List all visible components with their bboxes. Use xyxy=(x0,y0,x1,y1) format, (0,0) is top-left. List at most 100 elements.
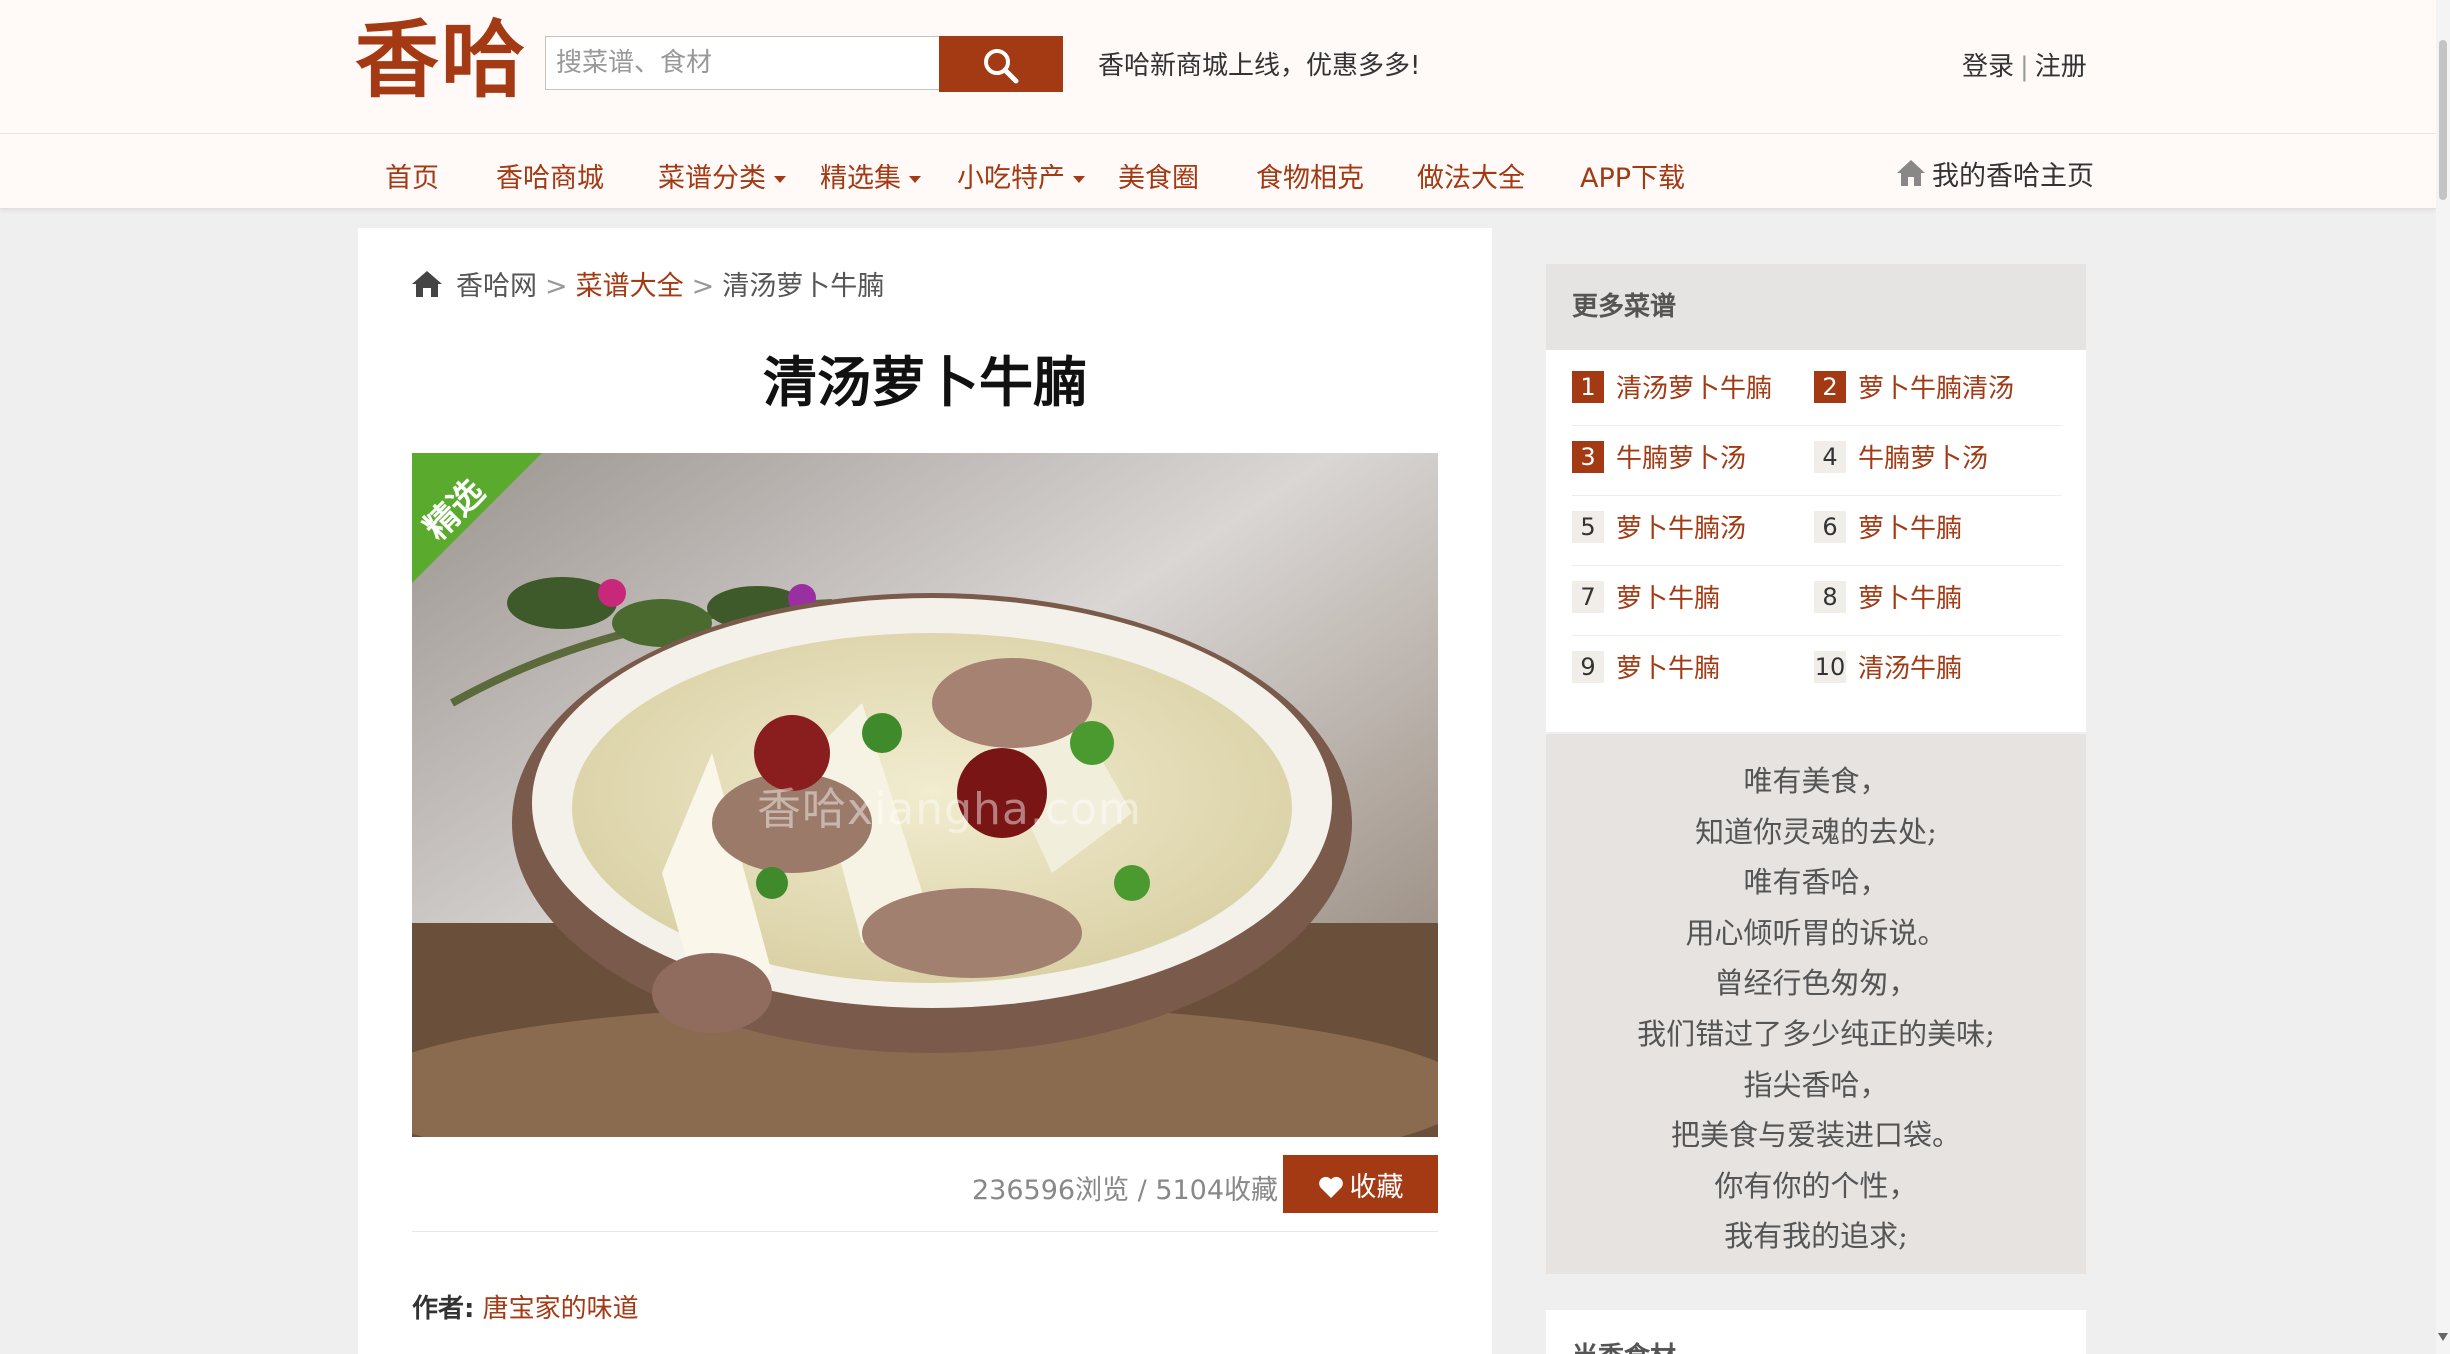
list-row: 5 萝卜牛腩汤 6 萝卜牛腩 xyxy=(1572,496,2062,566)
list-item[interactable]: 8 萝卜牛腩 xyxy=(1814,578,1962,614)
rank-badge: 1 xyxy=(1572,370,1604,403)
recipe-title: 清汤萝卜牛腩 xyxy=(763,351,1087,414)
recipe-link: 萝卜牛腩汤 xyxy=(1616,514,1747,544)
nav-food-circle[interactable]: 美食圈 xyxy=(1118,156,1199,195)
search-button[interactable] xyxy=(939,36,1063,92)
poem-line: 唯有美食， xyxy=(1743,764,1889,798)
main-nav: 首页 香哈商城 菜谱分类 精选集 小吃特产 美食圈 食物相克 做法大全 APP下… xyxy=(0,134,2436,208)
home-icon xyxy=(412,271,442,297)
recipe-author: 作者: 唐宝家的味道 xyxy=(412,1288,639,1325)
recipe-link: 萝卜牛腩 xyxy=(1616,654,1721,684)
poem-line: 用心倾听胃的诉说。 xyxy=(1685,915,1947,950)
chevron-down-icon xyxy=(1073,176,1085,183)
breadcrumb-separator: > xyxy=(545,271,568,302)
nav-snacks[interactable]: 小吃特产 xyxy=(957,156,1085,195)
poem-line: 指尖香哈， xyxy=(1743,1067,1889,1102)
seasonal-ingredients-panel: 当季食材 xyxy=(1546,1310,2086,1354)
list-item[interactable]: 9 萝卜牛腩 xyxy=(1572,648,1720,684)
list-row: 9 萝卜牛腩 10 清汤牛腩 xyxy=(1572,636,2062,705)
scrollbar-thumb[interactable] xyxy=(2439,40,2447,200)
more-recipes-heading: 更多菜谱 xyxy=(1546,264,2086,350)
rank-badge: 8 xyxy=(1814,580,1846,613)
breadcrumb-recipes[interactable]: 菜谱大全 xyxy=(576,271,684,302)
poem-line: 我们错过了多少纯正的美味; xyxy=(1637,1016,1995,1051)
recipe-link: 牛腩萝卜汤 xyxy=(1858,444,1989,474)
nav-collections[interactable]: 精选集 xyxy=(820,156,921,195)
auth-links: 登录 | 注册 xyxy=(1962,46,2087,83)
poem-line: 知道你灵魂的去处; xyxy=(1695,814,1937,849)
list-item[interactable]: 7 萝卜牛腩 xyxy=(1572,578,1720,614)
recipe-card: 香哈网 > 菜谱大全 > 清汤萝卜牛腩 清汤萝卜牛腩 精选 香哈xiangha.… xyxy=(358,228,1492,1354)
poem-line: 我有我的追求; xyxy=(1724,1219,1908,1254)
list-item[interactable]: 3 牛腩萝卜汤 xyxy=(1572,438,1746,474)
author-label: 作者: xyxy=(412,1294,475,1324)
nav-collections-label: 精选集 xyxy=(820,163,901,194)
list-item[interactable]: 2 萝卜牛腩清汤 xyxy=(1814,368,2014,404)
site-logo[interactable]: 香哈 xyxy=(355,10,527,110)
list-row: 1 清汤萝卜牛腩 2 萝卜牛腩清汤 xyxy=(1572,356,2062,426)
slogan-poem: 唯有美食， 知道你灵魂的去处; 唯有香哈， 用心倾听胃的诉说。 曾经行色匆匆， … xyxy=(1546,734,2086,1274)
rank-badge: 6 xyxy=(1814,510,1846,543)
list-item[interactable]: 6 萝卜牛腩 xyxy=(1814,508,1962,544)
list-item[interactable]: 1 清汤萝卜牛腩 xyxy=(1572,368,1772,404)
rank-badge: 3 xyxy=(1572,440,1604,473)
seasonal-heading: 当季食材 xyxy=(1572,1336,1676,1354)
recipe-link: 清汤萝卜牛腩 xyxy=(1616,374,1773,404)
recipe-link: 萝卜牛腩 xyxy=(1858,584,1963,614)
login-link[interactable]: 登录 xyxy=(1962,52,2014,82)
author-name-link[interactable]: 唐宝家的味道 xyxy=(483,1294,639,1324)
scroll-down-arrow-icon[interactable] xyxy=(2438,1333,2448,1341)
nav-mall[interactable]: 香哈商城 xyxy=(496,156,604,195)
list-row: 7 萝卜牛腩 8 萝卜牛腩 xyxy=(1572,566,2062,636)
register-link[interactable]: 注册 xyxy=(2035,52,2087,82)
nav-food-conflicts[interactable]: 食物相克 xyxy=(1256,156,1364,195)
site-header: 香哈 香哈新商城上线，优惠多多! 登录|注册 首页 香哈商城 菜谱分类 精选集 … xyxy=(0,0,2436,209)
recipe-link: 清汤牛腩 xyxy=(1858,654,1963,684)
list-item[interactable]: 10 清汤牛腩 xyxy=(1814,648,1962,684)
favorite-label: 收藏 xyxy=(1349,1171,1404,1203)
rank-badge: 5 xyxy=(1572,510,1604,543)
nav-app-download[interactable]: APP下载 xyxy=(1580,156,1685,195)
nav-home[interactable]: 首页 xyxy=(385,156,439,195)
my-home-label: 我的香哈主页 xyxy=(1932,161,2094,192)
heart-icon xyxy=(1318,1176,1343,1198)
breadcrumb-home[interactable]: 香哈网 xyxy=(456,271,537,302)
view-favorite-stats: 236596浏览 / 5104收藏 xyxy=(972,1175,1279,1206)
more-recipes-panel: 更多菜谱 1 清汤萝卜牛腩 2 萝卜牛腩清汤 3 牛腩萝卜汤 4 牛腩萝卜汤 5 萝卜牛腩… xyxy=(1546,264,2086,732)
chevron-down-icon xyxy=(774,176,786,183)
auth-separator: | xyxy=(2020,52,2029,82)
search-icon xyxy=(984,49,1019,84)
rank-badge: 7 xyxy=(1572,580,1604,613)
photo-watermark: 香哈xiangha.com xyxy=(757,784,1142,835)
recipe-link: 牛腩萝卜汤 xyxy=(1616,444,1747,474)
breadcrumb-current: 清汤萝卜牛腩 xyxy=(722,271,885,302)
page-scrollbar[interactable] xyxy=(2436,0,2450,1354)
nav-methods[interactable]: 做法大全 xyxy=(1417,156,1525,195)
chevron-down-icon xyxy=(909,176,921,183)
recipe-link: 萝卜牛腩 xyxy=(1616,584,1721,614)
recipe-link: 萝卜牛腩 xyxy=(1858,514,1963,544)
breadcrumb-separator: > xyxy=(691,271,715,302)
rank-badge: 2 xyxy=(1814,370,1846,403)
content-divider xyxy=(412,1231,1438,1232)
list-item[interactable]: 4 牛腩萝卜汤 xyxy=(1814,438,1988,474)
breadcrumb: 香哈网 > 菜谱大全 > 清汤萝卜牛腩 xyxy=(410,264,884,303)
promo-notice[interactable]: 香哈新商城上线，优惠多多! xyxy=(1098,45,1420,82)
more-recipes-list: 1 清汤萝卜牛腩 2 萝卜牛腩清汤 3 牛腩萝卜汤 4 牛腩萝卜汤 5 萝卜牛腩汤 6 萝卜… xyxy=(1572,356,2062,705)
rank-badge: 9 xyxy=(1572,650,1604,683)
list-item[interactable]: 5 萝卜牛腩汤 xyxy=(1572,508,1746,544)
poem-line: 你有你的个性， xyxy=(1714,1168,1918,1203)
rank-badge: 10 xyxy=(1814,650,1846,683)
recipe-photo: 精选 香哈xiangha.com xyxy=(412,453,1438,1137)
favorite-button[interactable]: 收藏 xyxy=(1283,1155,1438,1213)
rank-badge: 4 xyxy=(1814,440,1846,473)
nav-categories[interactable]: 菜谱分类 xyxy=(658,156,786,195)
poem-line: 把美食与爱装进口袋。 xyxy=(1670,1118,1961,1153)
poem-line: 曾经行色匆匆， xyxy=(1714,966,1918,1001)
list-row: 3 牛腩萝卜汤 4 牛腩萝卜汤 xyxy=(1572,426,2062,496)
poem-lines: 唯有美食， 知道你灵魂的去处; 唯有香哈， 用心倾听胃的诉说。 曾经行色匆匆， … xyxy=(1546,734,2086,1262)
nav-categories-label: 菜谱分类 xyxy=(658,163,766,194)
my-home-link[interactable]: 我的香哈主页 xyxy=(1896,154,2094,193)
search-input[interactable] xyxy=(545,36,939,90)
recipe-link: 萝卜牛腩清汤 xyxy=(1858,374,2015,404)
